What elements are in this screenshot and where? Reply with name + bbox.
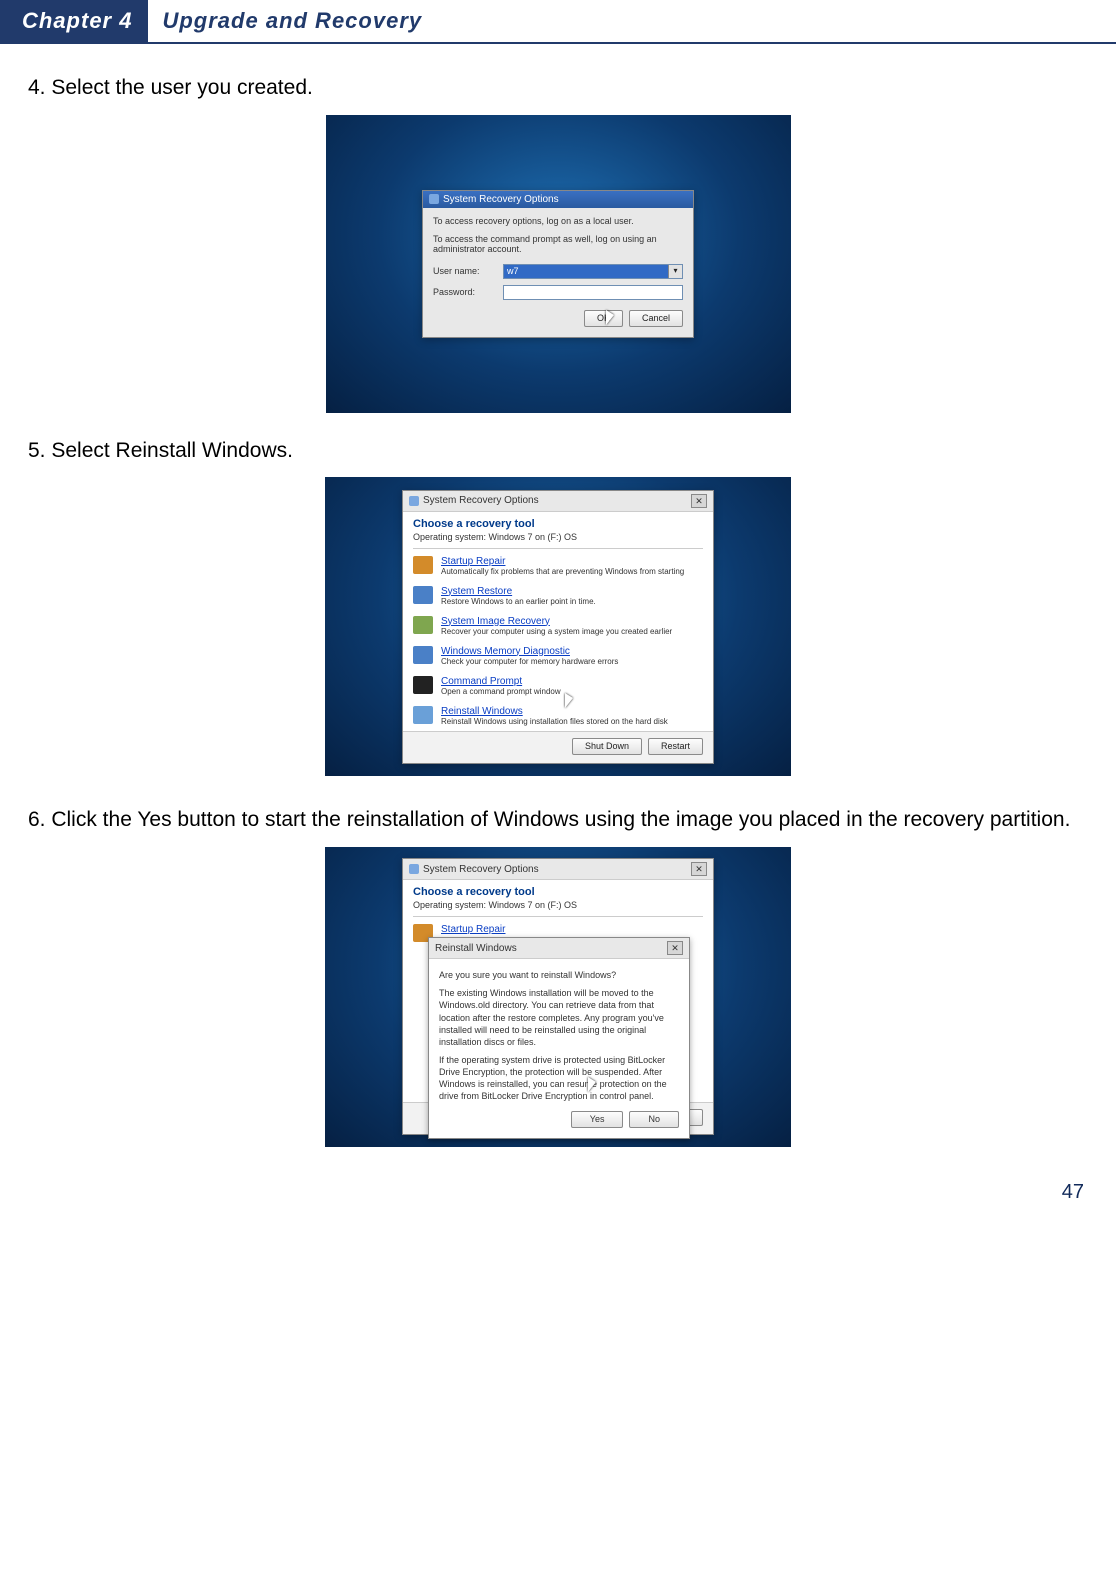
confirm-question: Are you sure you want to reinstall Windo…: [439, 969, 679, 981]
opt-desc: Automatically fix problems that are prev…: [441, 567, 684, 576]
window-icon: [409, 496, 419, 506]
opt-link: System Image Recovery: [441, 616, 672, 627]
restart-button[interactable]: Restart: [648, 738, 703, 755]
dialog-title: System Recovery Options: [423, 864, 539, 875]
shutdown-button[interactable]: Shut Down: [572, 738, 642, 755]
opt-desc: Open a command prompt window: [441, 687, 561, 696]
os-line: Operating system: Windows 7 on (F:) OS: [403, 900, 713, 914]
close-icon[interactable]: ✕: [691, 862, 707, 876]
password-label: Password:: [433, 287, 493, 297]
close-icon[interactable]: ✕: [691, 494, 707, 508]
login-instr-2: To access the command prompt as well, lo…: [433, 234, 683, 254]
figure-2: System Recovery Options ✕ Choose a recov…: [28, 477, 1088, 776]
chapter-title: Upgrade and Recovery: [148, 0, 422, 42]
option-command-prompt[interactable]: Command PromptOpen a command prompt wind…: [403, 671, 713, 701]
opt-link: Windows Memory Diagnostic: [441, 646, 618, 657]
dialog-titlebar: System Recovery Options ✕: [403, 859, 713, 880]
option-startup-repair[interactable]: Startup RepairAutomatically fix problems…: [403, 551, 713, 581]
dialog-titlebar: System Recovery Options ✕: [403, 491, 713, 512]
choose-tool-heading: Choose a recovery tool: [403, 880, 713, 900]
system-recovery-login-dialog: System Recovery Options To access recove…: [422, 190, 694, 338]
recovery-tools-dialog: System Recovery Options ✕ Choose a recov…: [402, 490, 714, 764]
chevron-down-icon[interactable]: ▾: [668, 265, 682, 278]
username-label: User name:: [433, 266, 493, 276]
window-icon: [409, 864, 419, 874]
reinstall-windows-icon: [413, 706, 433, 724]
memory-diagnostic-icon: [413, 646, 433, 664]
cancel-button[interactable]: Cancel: [629, 310, 683, 327]
step-4-text: 4. Select the user you created.: [28, 72, 1088, 105]
recovery-tools-dialog-bg: System Recovery Options ✕ Choose a recov…: [402, 858, 714, 1135]
dialog-title: System Recovery Options: [443, 194, 559, 205]
opt-link: Reinstall Windows: [441, 706, 668, 717]
opt-link: Startup Repair: [441, 924, 505, 935]
system-restore-icon: [413, 586, 433, 604]
page-number: 47: [0, 1169, 1116, 1216]
option-system-restore[interactable]: System RestoreRestore Windows to an earl…: [403, 581, 713, 611]
opt-link: Startup Repair: [441, 556, 684, 567]
reinstall-confirm-dialog: Reinstall Windows ✕ Are you sure you wan…: [428, 937, 690, 1138]
msg-titlebar: Reinstall Windows ✕: [429, 938, 689, 959]
confirm-para-2: If the operating system drive is protect…: [439, 1054, 679, 1103]
os-line: Operating system: Windows 7 on (F:) OS: [403, 532, 713, 546]
command-prompt-icon: [413, 676, 433, 694]
opt-desc: Recover your computer using a system ima…: [441, 627, 672, 636]
dialog-titlebar: System Recovery Options: [423, 191, 693, 208]
opt-desc: Restore Windows to an earlier point in t…: [441, 597, 596, 606]
system-image-recovery-icon: [413, 616, 433, 634]
figure-1: System Recovery Options To access recove…: [28, 115, 1088, 413]
username-combobox[interactable]: w7 ▾: [503, 264, 683, 279]
no-button[interactable]: No: [629, 1111, 679, 1128]
opt-desc: Reinstall Windows using installation fil…: [441, 717, 668, 726]
opt-link: System Restore: [441, 586, 596, 597]
step-5-text: 5. Select Reinstall Windows.: [28, 435, 1088, 468]
choose-tool-heading: Choose a recovery tool: [403, 512, 713, 532]
close-icon[interactable]: ✕: [667, 941, 683, 955]
divider: [413, 916, 703, 917]
page-header: Chapter 4 Upgrade and Recovery: [0, 0, 1116, 44]
msg-title: Reinstall Windows: [435, 943, 517, 954]
ok-button[interactable]: OK: [584, 310, 623, 327]
figure-3: System Recovery Options ✕ Choose a recov…: [28, 847, 1088, 1147]
startup-repair-icon: [413, 556, 433, 574]
opt-desc: Check your computer for memory hardware …: [441, 657, 618, 666]
option-memory-diagnostic[interactable]: Windows Memory DiagnosticCheck your comp…: [403, 641, 713, 671]
option-system-image-recovery[interactable]: System Image RecoveryRecover your comput…: [403, 611, 713, 641]
window-icon: [429, 194, 439, 204]
opt-link: Command Prompt: [441, 676, 561, 687]
step-6-text: 6. Click the Yes button to start the rei…: [28, 804, 1088, 837]
yes-button[interactable]: Yes: [571, 1111, 624, 1128]
chapter-label: Chapter 4: [0, 0, 148, 42]
username-value: w7: [504, 265, 668, 278]
password-input[interactable]: [503, 285, 683, 300]
confirm-para-1: The existing Windows installation will b…: [439, 987, 679, 1048]
option-reinstall-windows[interactable]: Reinstall WindowsReinstall Windows using…: [403, 701, 713, 731]
login-instr-1: To access recovery options, log on as a …: [433, 216, 683, 226]
dialog-title: System Recovery Options: [423, 495, 539, 506]
divider: [413, 548, 703, 549]
